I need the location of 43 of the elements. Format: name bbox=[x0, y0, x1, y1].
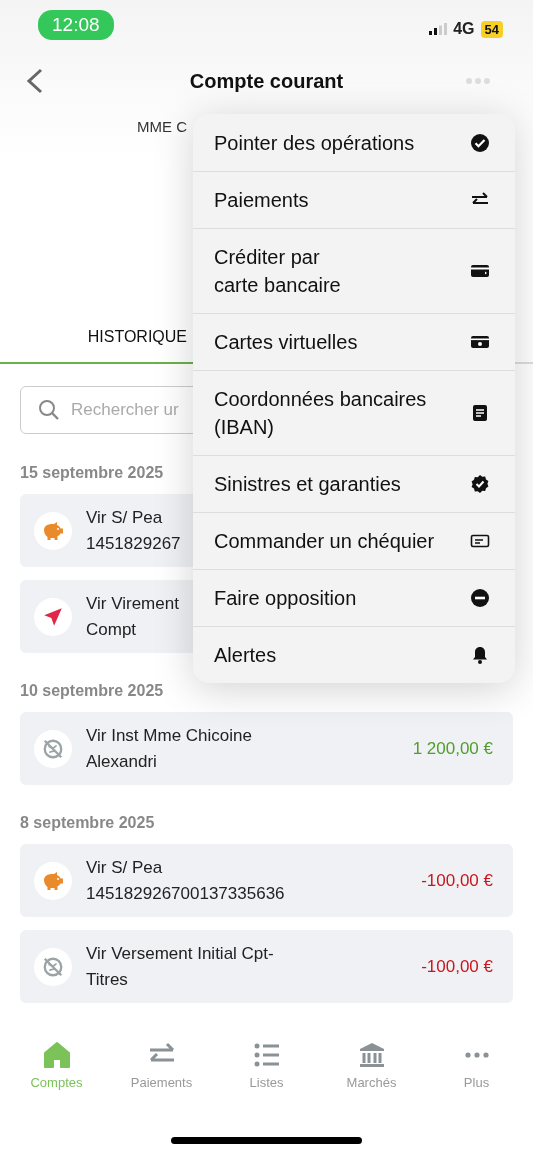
menu-item[interactable]: Paiements bbox=[193, 171, 515, 228]
menu-item[interactable]: Pointer des opérations bbox=[193, 114, 515, 171]
status-time: 12:08 bbox=[38, 10, 114, 40]
transaction-amount: 1 200,00 € bbox=[412, 738, 493, 759]
transaction-label: Vir Virement Compt bbox=[86, 592, 179, 641]
transaction-amount: -100,00 € bbox=[421, 870, 493, 891]
menu-item[interactable]: Cartes virtuelles bbox=[193, 313, 515, 370]
crossed-circle-icon bbox=[41, 737, 65, 760]
transaction-label: Vir S/ Pea 1451829267 bbox=[86, 506, 181, 555]
screen-title: Compte courant bbox=[189, 69, 344, 92]
transaction-label: Vir S/ Pea 145182926700137335636 bbox=[86, 856, 285, 905]
search-icon bbox=[37, 398, 61, 422]
menu-item[interactable]: Alertes bbox=[193, 626, 515, 683]
more-icon bbox=[462, 1051, 491, 1059]
transaction-card[interactable]: Vir S/ Pea 145182926700137335636 -100,00 € bbox=[20, 844, 513, 917]
piggy-bank-icon bbox=[41, 869, 65, 892]
home-icon bbox=[42, 1041, 71, 1069]
piggy-bank-icon bbox=[41, 519, 65, 542]
menu-item[interactable]: Faire opposition bbox=[193, 569, 515, 626]
account-holder: MME C bbox=[137, 118, 187, 135]
check-icon bbox=[470, 132, 490, 153]
block-icon bbox=[470, 588, 490, 608]
bell-icon bbox=[470, 645, 490, 665]
transaction-amount: -100,00 € bbox=[421, 956, 493, 977]
battery-level: 54 bbox=[480, 20, 503, 38]
menu-item[interactable]: Créditer par carte bancaire bbox=[193, 228, 515, 313]
date-header: 8 septembre 2025 bbox=[20, 814, 156, 832]
list-icon bbox=[252, 1041, 281, 1069]
transaction-card[interactable]: Vir Inst Mme Chicoine Alexandri 1 200,00 € bbox=[20, 712, 513, 785]
menu-item[interactable]: Sinistres et garanties bbox=[193, 455, 515, 512]
document-icon bbox=[470, 403, 490, 423]
transaction-label: Vir Versement Initial Cpt- Titres bbox=[86, 942, 274, 991]
transaction-label: Vir Inst Mme Chicoine Alexandri bbox=[86, 724, 252, 773]
signal-icon bbox=[429, 23, 448, 35]
badge-icon bbox=[470, 474, 490, 494]
menu-item[interactable]: Coordonnées bancaires (IBAN) bbox=[193, 370, 515, 455]
transaction-card[interactable]: Vir Versement Initial Cpt- Titres -100,00 € bbox=[20, 930, 513, 1003]
date-header: 15 septembre 2025 bbox=[20, 464, 165, 482]
bank-icon bbox=[357, 1041, 386, 1069]
menu-item[interactable]: Commander un chéquier bbox=[193, 512, 515, 569]
date-header: 10 septembre 2025 bbox=[20, 682, 165, 700]
crossed-circle-icon bbox=[41, 955, 65, 978]
network-type: 4G bbox=[453, 20, 475, 38]
